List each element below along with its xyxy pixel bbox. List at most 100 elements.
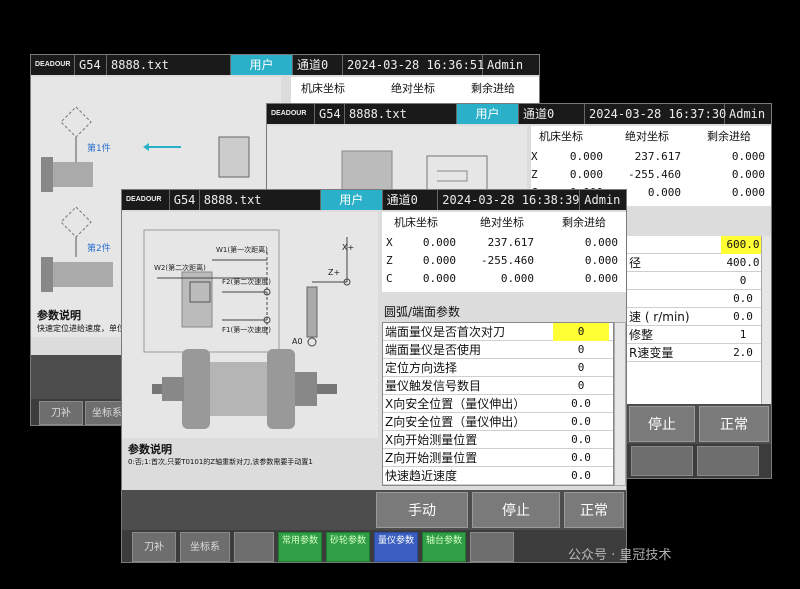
param-row[interactable]: 端面量仪是否首次对刀 0: [383, 323, 613, 341]
param-row[interactable]: 快速趋近速度 0.0: [383, 467, 613, 485]
file-name: 8888.txt: [200, 190, 321, 210]
scrollbar[interactable]: [761, 236, 771, 404]
button-bar: [31, 355, 131, 399]
param-row[interactable]: X向安全位置（量仪伸出） 0.0: [383, 395, 613, 413]
brand-logo: DEADOUR: [31, 55, 75, 75]
remaining-c: 0.000: [584, 272, 618, 285]
remaining-c: 0.000: [731, 186, 765, 199]
admin-label: Admin: [729, 107, 766, 121]
user-button[interactable]: 用户: [457, 104, 519, 124]
window-front: DEADOUR G54 8888.txt 用户 通道0 2024-03-28 1…: [121, 189, 627, 563]
remaining-z: 0.000: [584, 254, 618, 267]
datetime: 2024-03-28 16:37:30: [585, 104, 726, 124]
softkey-coord-system[interactable]: 坐标系: [180, 532, 230, 562]
param-value: 0: [577, 361, 585, 374]
diagram-x-axis: X+: [342, 243, 355, 252]
param-value[interactable]: 0.0: [721, 308, 765, 326]
absolute-z: -255.460: [481, 254, 534, 267]
status-bar: DEADOUR G54 8888.txt 用户 通道0 2024-03-28 1…: [31, 55, 539, 75]
file-name: 8888.txt: [107, 55, 231, 75]
brand-logo: DEADOUR: [267, 104, 315, 124]
header-remaining: 剩余进给: [562, 216, 606, 229]
axis-label: Z: [531, 168, 538, 181]
manual-button[interactable]: 手动: [376, 492, 468, 528]
machine-z: 0.000: [569, 168, 603, 181]
param-row[interactable]: Z向开始测量位置 0.0: [383, 449, 613, 467]
normal-button[interactable]: 正常: [564, 492, 624, 528]
param-value: 0.0: [571, 397, 591, 410]
machine-x: 0.000: [422, 236, 456, 249]
diagram-z-axis: Z+: [328, 268, 341, 277]
mode-label: G54: [170, 190, 200, 210]
param-row[interactable]: X向开始测量位置 0.0: [383, 431, 613, 449]
channel-label: 通道0: [293, 55, 343, 75]
softkey-gauge-params[interactable]: 量仪参数: [374, 532, 418, 562]
param-table: 端面量仪是否首次对刀 0 端面量仪是否使用 0 定位方向选择 0 量仪触发信号数目 0 …: [382, 322, 614, 486]
absolute-x: 237.617: [634, 150, 681, 163]
datetime: 2024-03-28 16:36:51: [343, 55, 484, 75]
file-name: 8888.txt: [345, 104, 457, 124]
softkey-tool-offset[interactable]: 刀补: [39, 401, 83, 425]
header-absolute: 绝对坐标: [480, 216, 524, 229]
machine-c: 0.000: [422, 272, 456, 285]
param-row[interactable]: 量仪触发信号数目 0: [383, 377, 613, 395]
param-value[interactable]: 0.0: [721, 290, 765, 308]
remaining-z: 0.000: [731, 168, 765, 181]
softkey-tool-offset[interactable]: 刀补: [132, 532, 176, 562]
admin-label: Admin: [584, 193, 621, 207]
param-value[interactable]: 2.0: [721, 344, 765, 362]
param-value[interactable]: 0: [721, 272, 765, 290]
header-remaining: 剩余进给: [471, 82, 515, 95]
softkey[interactable]: [631, 446, 693, 476]
param-value[interactable]: 600.0: [721, 236, 765, 254]
channel-label: 通道0: [519, 104, 585, 124]
param-row[interactable]: 定位方向选择 0: [383, 359, 613, 377]
brand-logo: DEADOUR: [122, 190, 170, 210]
user-button[interactable]: 用户: [320, 190, 383, 210]
channel-label: 通道0: [383, 190, 439, 210]
axis-label: X: [531, 150, 538, 163]
scrollbar[interactable]: [614, 322, 626, 486]
param-row[interactable]: 端面量仪是否使用 0: [383, 341, 613, 359]
mode-label: G54: [75, 55, 107, 75]
param-value: 0: [577, 379, 585, 392]
softkey-axis-params[interactable]: 轴台参数: [422, 532, 466, 562]
param-value[interactable]: 400.0: [721, 254, 765, 272]
absolute-z: -255.460: [628, 168, 681, 181]
part1-label: 第1件: [87, 144, 111, 154]
header-remaining: 剩余进给: [707, 130, 751, 143]
param-table: 600.0 径 400.0 0 0.0 速 ( r/min) 0.0 修整 1 R速变…: [627, 236, 771, 404]
remaining-x: 0.000: [731, 150, 765, 163]
header-machine: 机床坐标: [539, 130, 583, 143]
param-value[interactable]: 1: [721, 326, 765, 344]
header-machine: 机床坐标: [301, 82, 345, 95]
softkey-wheel-params[interactable]: 砂轮参数: [326, 532, 370, 562]
softkey-empty[interactable]: [234, 532, 274, 562]
section-title: 圆弧/端面参数: [384, 305, 461, 319]
param-value: 0: [553, 323, 609, 341]
param-value: 0.0: [571, 415, 591, 428]
softkey-common-params[interactable]: 常用参数: [278, 532, 322, 562]
absolute-c: 0.000: [500, 272, 534, 285]
desc-title: 参数说明: [37, 309, 81, 322]
coord-panel: 机床坐标 绝对坐标 剩余进给 X 0.000 237.617 0.000 Z 0…: [382, 212, 626, 292]
machine-z: 0.000: [422, 254, 456, 267]
softkey-empty[interactable]: [470, 532, 514, 562]
absolute-x: 237.617: [487, 236, 534, 249]
stop-button[interactable]: 停止: [629, 406, 695, 442]
mode-label: G54: [315, 104, 345, 124]
stop-button[interactable]: 停止: [472, 492, 560, 528]
softkey[interactable]: [697, 446, 759, 476]
diagram-f2: F2(第二次速度): [222, 278, 271, 286]
header-absolute: 绝对坐标: [391, 82, 435, 95]
normal-button[interactable]: 正常: [699, 406, 769, 442]
param-row[interactable]: Z向安全位置（量仪伸出） 0.0: [383, 413, 613, 431]
param-value: 0.0: [571, 451, 591, 464]
axis-label: X: [386, 236, 393, 249]
desc-text: 0:否;1:首次,只要T0101的Z轴重新对刀,该参数需要手动置1: [128, 458, 313, 466]
diagram-w1: W1(第一次距离): [216, 246, 268, 254]
user-button[interactable]: 用户: [231, 55, 293, 75]
param-value: 0.0: [571, 433, 591, 446]
header-machine: 机床坐标: [394, 216, 438, 229]
diagram-w2: W2(第二次距离): [154, 264, 206, 272]
